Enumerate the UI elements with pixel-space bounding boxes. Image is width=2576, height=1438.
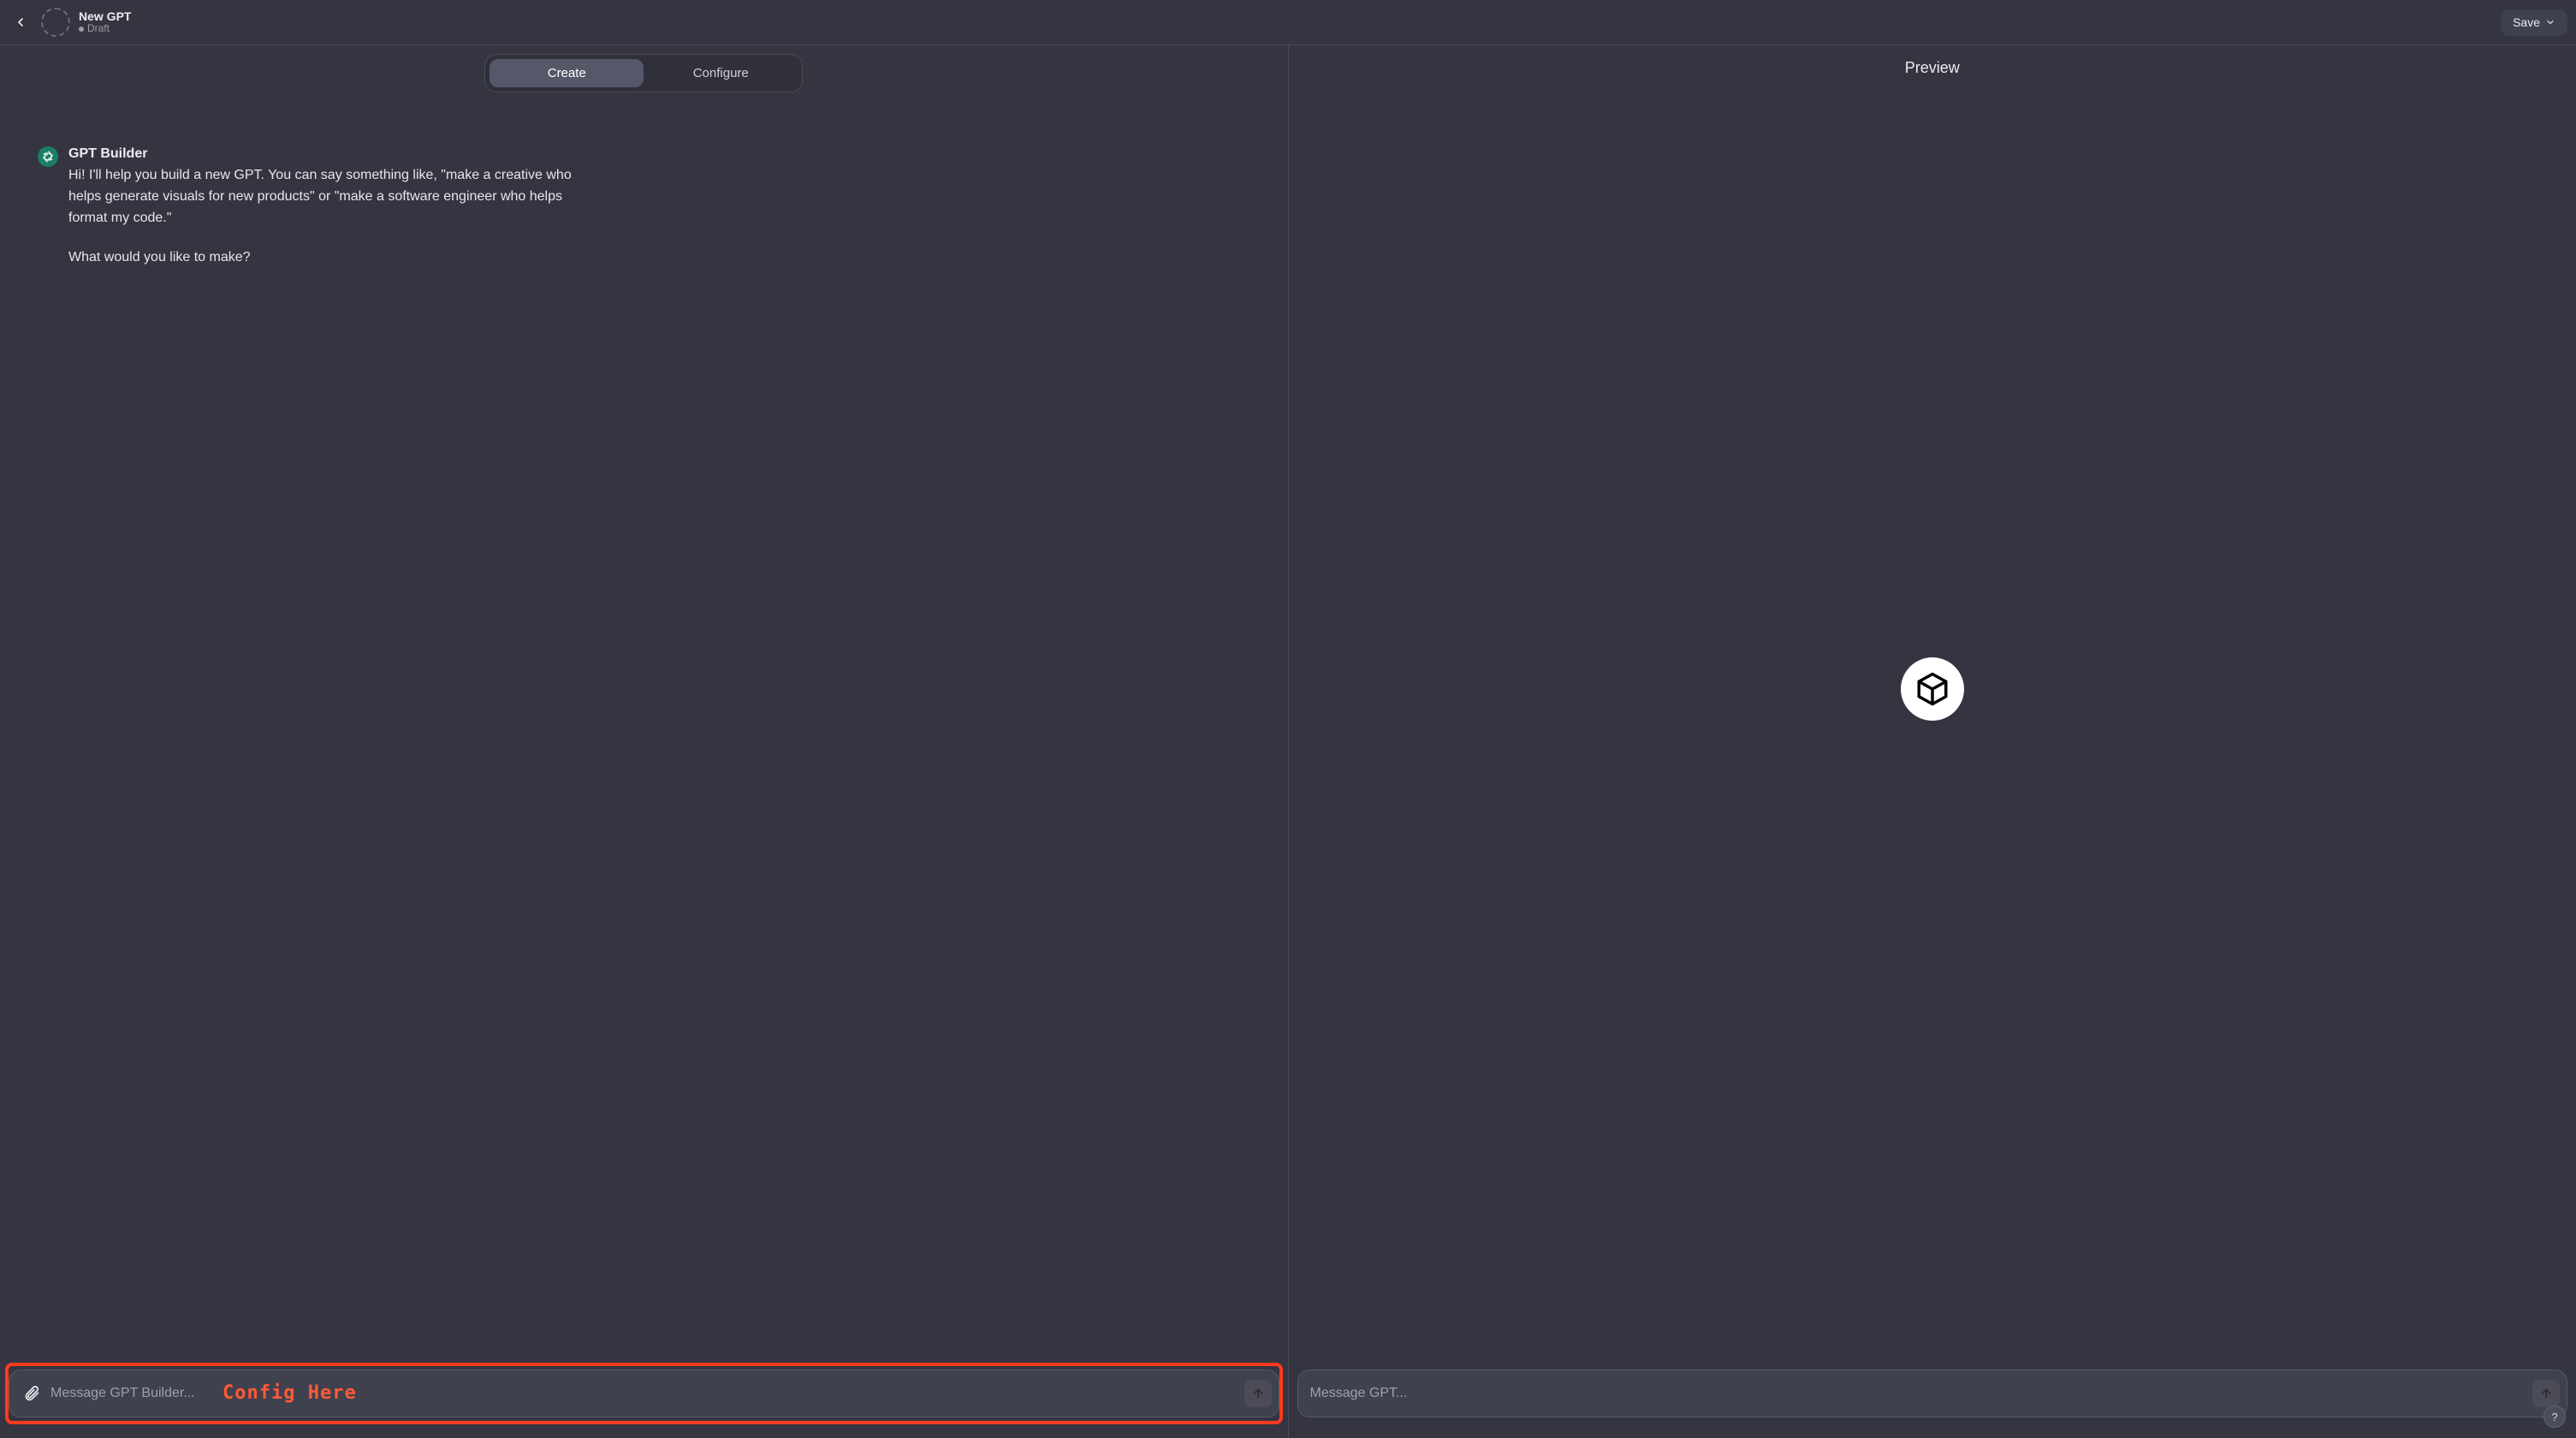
preview-send-button[interactable] [2532, 1380, 2560, 1407]
preview-body [1289, 84, 2576, 1363]
tabs: Create Configure [484, 54, 803, 92]
paperclip-icon [23, 1385, 40, 1402]
page-title: New GPT [79, 9, 131, 23]
composer-row-right [1289, 1363, 2576, 1438]
back-button[interactable] [9, 10, 33, 34]
preview-heading: Preview [1289, 45, 2576, 84]
builder-input[interactable] [50, 1386, 1236, 1401]
help-button[interactable]: ? [2543, 1405, 2566, 1428]
arrow-up-icon [2539, 1387, 2553, 1400]
attach-button[interactable] [21, 1385, 42, 1402]
builder-text: Hi! I'll help you build a new GPT. You c… [68, 165, 577, 269]
status-dot-icon [79, 27, 84, 32]
gpt-builder-avatar [38, 146, 58, 167]
composer-preview[interactable] [1297, 1370, 2568, 1417]
tab-create[interactable]: Create [490, 59, 644, 87]
draft-status: Draft [79, 23, 131, 35]
cube-icon [1914, 671, 1950, 707]
preview-model-avatar [1901, 657, 1964, 721]
composer-row-left: Config Here [0, 1363, 1288, 1438]
help-glyph: ? [2551, 1411, 2557, 1423]
openai-logo-icon [41, 150, 55, 163]
pane-builder: Create Configure GPT Builder Hi! I'll he… [0, 45, 1289, 1438]
topbar: New GPT Draft Save [0, 0, 2576, 45]
save-button-label: Save [2513, 15, 2540, 29]
draft-status-label: Draft [87, 23, 110, 35]
tabs-wrap: Create Configure [0, 45, 1288, 99]
arrow-up-icon [1251, 1387, 1265, 1400]
conversation: GPT Builder Hi! I'll help you build a ne… [0, 99, 1288, 1363]
tab-configure[interactable]: Configure [644, 59, 798, 87]
builder-send-button[interactable] [1244, 1380, 1272, 1407]
title-block: New GPT Draft [79, 9, 131, 35]
draft-avatar-placeholder [41, 8, 70, 37]
composer-builder[interactable] [9, 1370, 1279, 1417]
pane-preview: Preview ? [1289, 45, 2576, 1438]
preview-input[interactable] [1310, 1386, 2525, 1401]
builder-text-p2: What would you like to make? [68, 247, 577, 269]
save-button[interactable]: Save [2501, 9, 2567, 36]
builder-name: GPT Builder [68, 146, 577, 162]
chevron-down-icon [2545, 17, 2555, 27]
builder-text-p1: Hi! I'll help you build a new GPT. You c… [68, 165, 577, 229]
chevron-left-icon [14, 15, 27, 29]
builder-message: GPT Builder Hi! I'll help you build a ne… [38, 146, 577, 288]
workspace-split: Create Configure GPT Builder Hi! I'll he… [0, 45, 2576, 1438]
